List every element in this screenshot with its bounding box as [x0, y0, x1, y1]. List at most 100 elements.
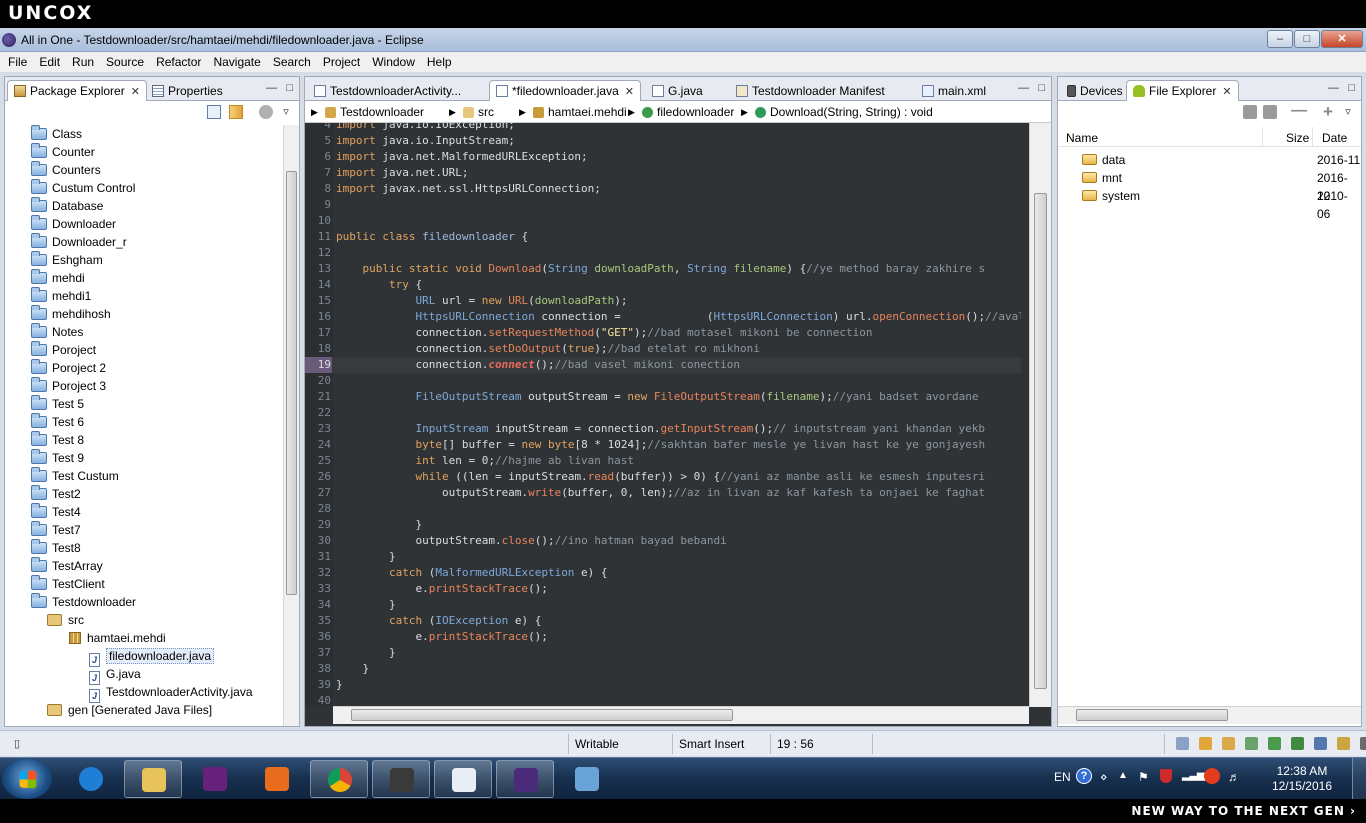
show-hidden-icons-icon[interactable]: ▲ — [1118, 770, 1128, 781]
network-signal-icon[interactable]: ▂▃▅ — [1182, 768, 1205, 781]
tree-item[interactable]: Test2 — [31, 485, 81, 503]
help-icon[interactable]: ? — [1076, 768, 1092, 784]
editor-tab[interactable]: TestdownloaderActivity... — [307, 80, 468, 101]
column-size[interactable]: Size — [1286, 131, 1309, 145]
close-window-button[interactable]: ✕ — [1321, 30, 1363, 48]
download-manager-icon[interactable] — [1204, 768, 1220, 784]
file-row[interactable]: mnt 2016-12 — [1058, 169, 1361, 203]
tree-item[interactable]: Counters — [31, 161, 101, 179]
taskbar-button[interactable] — [372, 760, 430, 798]
start-button[interactable] — [2, 759, 52, 799]
taskbar-button[interactable] — [124, 760, 182, 798]
tree-item[interactable]: Downloader — [31, 215, 116, 233]
close-tab-icon[interactable]: ✕ — [625, 86, 634, 98]
tree-item[interactable]: Downloader_r — [31, 233, 127, 251]
editor-tab[interactable]: *filedownloader.java ✕ — [489, 80, 641, 101]
tree-item[interactable]: gen [Generated Java Files] — [47, 701, 212, 719]
view-menu-options-icon[interactable] — [259, 105, 273, 119]
taskbar-button[interactable] — [248, 760, 306, 798]
tree-item[interactable]: Notes — [31, 323, 83, 341]
maximize-button[interactable]: □ — [1294, 30, 1320, 48]
editor-vertical-scrollbar[interactable] — [1029, 123, 1051, 707]
tree-item[interactable]: Test Custum — [31, 467, 119, 485]
file-row[interactable]: data 2016-11 — [1058, 151, 1361, 169]
editor-horizontal-scrollbar[interactable] — [333, 706, 1029, 724]
tree-item[interactable]: Eshgham — [31, 251, 103, 269]
link-with-editor-icon[interactable] — [229, 105, 243, 119]
taskbar-button[interactable] — [62, 760, 120, 798]
security-shield-icon[interactable] — [1160, 769, 1172, 783]
tree-item[interactable]: TestClient — [31, 575, 105, 593]
menu-edit[interactable]: Edit — [33, 55, 66, 69]
bug-icon[interactable] — [1291, 737, 1304, 750]
code-area[interactable]: 4 import java.io.IOException; 5 import java… — [305, 123, 1021, 707]
show-desktop-button[interactable] — [1352, 758, 1366, 800]
console-icon[interactable] — [1337, 737, 1350, 750]
tree-item[interactable]: Test 6 — [31, 413, 84, 431]
tree-item[interactable]: Testdownloader — [31, 593, 136, 611]
tree-item[interactable]: mehdi — [31, 269, 85, 287]
tree-item[interactable]: Custum Control — [31, 179, 135, 197]
menu-window[interactable]: Window — [366, 55, 421, 69]
tab-devices[interactable]: Devices — [1060, 80, 1130, 101]
menu-help[interactable]: Help — [421, 55, 458, 69]
taskbar-button[interactable] — [496, 760, 554, 798]
breadcrumb-item[interactable]: Testdownloader — [325, 105, 424, 119]
tree-item[interactable]: Test 9 — [31, 449, 84, 467]
menu-file[interactable]: File — [2, 55, 33, 69]
terminal-icon[interactable] — [1360, 737, 1366, 750]
tree-item[interactable]: src — [47, 611, 84, 629]
system-clock[interactable]: 12:38 AM 12/15/2016 — [1272, 764, 1332, 794]
tree-item[interactable]: mehdihosh — [31, 305, 111, 323]
language-indicator[interactable]: EN — [1054, 770, 1071, 784]
file-row[interactable]: system 2010-06 — [1058, 187, 1361, 221]
push-file-icon[interactable] — [1263, 105, 1277, 119]
tab-properties[interactable]: Properties — [145, 80, 230, 101]
menu-source[interactable]: Source — [100, 55, 150, 69]
taskbar-button[interactable] — [434, 760, 492, 798]
pencil-icon[interactable] — [1222, 737, 1235, 750]
tree-item[interactable]: TestArray — [31, 557, 103, 575]
maximize-editor-icon[interactable]: □ — [1038, 82, 1045, 94]
breadcrumb-item[interactable]: filedownloader — [642, 105, 734, 119]
tree-item[interactable]: Test 5 — [31, 395, 84, 413]
action-center-flag-icon[interactable]: ⚑ — [1138, 770, 1149, 784]
chevron-down-icon[interactable]: ▿ — [279, 105, 293, 119]
maximize-view-icon[interactable]: □ — [286, 82, 293, 94]
input-method-icon[interactable]: ⋄ — [1100, 770, 1108, 784]
scrollbar-thumb[interactable] — [286, 171, 297, 595]
menu-navigate[interactable]: Navigate — [207, 55, 266, 69]
menu-refactor[interactable]: Refactor — [150, 55, 207, 69]
editor-tab[interactable]: main.xml — [915, 80, 993, 101]
tree-item[interactable]: Database — [31, 197, 103, 215]
restore-perspective-icon[interactable] — [1176, 737, 1189, 750]
tree-item[interactable]: Test8 — [31, 539, 81, 557]
menu-search[interactable]: Search — [267, 55, 317, 69]
task-list-icon[interactable] — [1314, 737, 1327, 750]
minimize-button[interactable]: – — [1267, 30, 1293, 48]
new-folder-icon[interactable]: + — [1321, 103, 1335, 120]
editor-tab[interactable]: Testdownloader Manifest — [729, 80, 892, 101]
tree-item[interactable]: Class — [31, 125, 82, 143]
chevron-down-icon[interactable]: ▿ — [1341, 105, 1355, 119]
tree-item[interactable]: Poroject 2 — [31, 359, 106, 377]
taskbar-button[interactable] — [186, 760, 244, 798]
volume-icon[interactable]: ♬ — [1228, 770, 1240, 784]
tab-file-explorer[interactable]: File Explorer ✕ — [1126, 80, 1239, 101]
pull-file-icon[interactable] — [1243, 105, 1257, 119]
tree-item[interactable]: J G.java — [89, 665, 141, 685]
breadcrumb-item[interactable]: Download(String, String) : void — [755, 105, 933, 119]
tree-item[interactable]: J TestdownloaderActivity.java — [89, 683, 253, 703]
minimize-editor-icon[interactable]: — — [1018, 82, 1029, 94]
tree-item[interactable]: Counter — [31, 143, 95, 161]
minimize-view-icon[interactable]: — — [1328, 82, 1339, 94]
breadcrumb-item[interactable]: hamtaei.mehdi — [533, 105, 627, 119]
tree-vertical-scrollbar[interactable] — [283, 125, 299, 726]
menu-run[interactable]: Run — [66, 55, 100, 69]
delete-icon[interactable]: — — [1291, 103, 1307, 119]
fast-view-icon[interactable]: ▯ — [14, 737, 20, 750]
breadcrumb-item[interactable]: src — [463, 105, 494, 119]
gear-icon[interactable] — [1268, 737, 1281, 750]
android-sdk-icon[interactable] — [1199, 737, 1212, 750]
close-tab-icon[interactable]: ✕ — [1222, 86, 1231, 98]
